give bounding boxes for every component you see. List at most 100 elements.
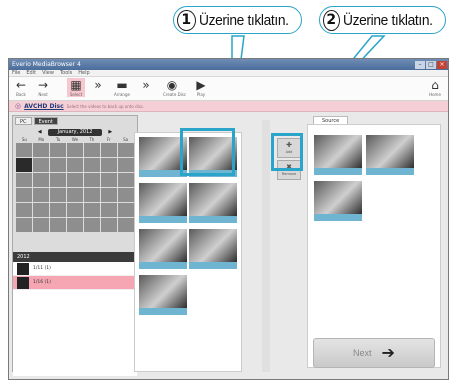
calendar-day[interactable]	[50, 143, 66, 157]
add-button[interactable]: ✚ Add	[277, 138, 301, 158]
calendar-day[interactable]	[33, 173, 49, 187]
close-icon[interactable]: ×	[437, 60, 447, 69]
double-chevron-icon: »	[142, 78, 150, 92]
calendar-day[interactable]	[33, 188, 49, 202]
calendar-day[interactable]	[118, 203, 134, 217]
calendar-day[interactable]	[84, 203, 100, 217]
calendar-day[interactable]	[84, 188, 100, 202]
calendar-day[interactable]	[50, 188, 66, 202]
home-icon: ⌂	[431, 78, 439, 92]
thumbnail-caption	[189, 262, 237, 269]
thumbnail-caption	[366, 168, 414, 175]
next-nav-button[interactable]: → Next	[34, 78, 52, 97]
home-button[interactable]: ⌂ Home	[426, 78, 444, 97]
window-title: Everio MediaBrowser 4	[12, 61, 81, 68]
play-button[interactable]: ▶ Play	[192, 78, 210, 97]
disc-icon: ◉	[166, 78, 178, 92]
media-thumbnail[interactable]	[189, 183, 237, 223]
calendar-day[interactable]	[67, 158, 83, 172]
calendar-day[interactable]	[101, 188, 117, 202]
thumbnail	[17, 262, 29, 275]
list-item[interactable]: 1/11 (1)	[13, 262, 137, 276]
calendar-day[interactable]	[67, 173, 83, 187]
next-month-icon[interactable]: ▶	[108, 129, 112, 135]
calendar-day[interactable]	[50, 218, 66, 232]
info-text: Select the videos to back up onto disc.	[66, 103, 145, 109]
disc-icon: ◎	[15, 102, 22, 110]
media-thumbnail[interactable]	[139, 183, 187, 223]
menu-help[interactable]: Help	[78, 70, 89, 76]
calendar-day[interactable]	[118, 173, 134, 187]
play-icon: ▶	[196, 78, 206, 92]
menu-edit[interactable]: Edit	[26, 70, 36, 76]
calendar-day[interactable]	[67, 218, 83, 232]
arrow-left-icon: ←	[15, 78, 27, 92]
calendar-day[interactable]	[33, 158, 49, 172]
arrange-step-button[interactable]: ▬ Arrange	[113, 78, 131, 97]
media-thumbnail[interactable]	[139, 229, 187, 269]
menu-file[interactable]: File	[12, 70, 20, 76]
avchd-disc-link[interactable]: AVCHD Disc	[24, 103, 64, 110]
calendar-day[interactable]	[84, 173, 100, 187]
calendar-day[interactable]	[118, 143, 134, 157]
calendar-day[interactable]	[16, 188, 32, 202]
calendar-day[interactable]	[101, 158, 117, 172]
calendar-day[interactable]	[33, 143, 49, 157]
calendar-nav: ◀ January, 2012 ▶	[13, 128, 137, 136]
calendar-day[interactable]	[33, 218, 49, 232]
calendar-day[interactable]	[67, 188, 83, 202]
calendar-day[interactable]	[118, 188, 134, 202]
prev-month-icon[interactable]: ◀	[38, 129, 42, 135]
next-button[interactable]: Next ➔	[313, 338, 435, 368]
media-thumbnail[interactable]	[189, 137, 237, 177]
thumbnail-caption	[139, 308, 187, 315]
menu-view[interactable]: View	[42, 70, 54, 76]
remove-button[interactable]: ✖ Remove	[277, 160, 301, 180]
step-text: Üzerine tıklatın.	[198, 11, 289, 29]
media-thumbnail[interactable]	[139, 275, 187, 315]
thumbnail-caption	[189, 170, 237, 177]
media-thumbnail[interactable]	[139, 137, 187, 177]
minimize-icon[interactable]: –	[415, 60, 425, 69]
calendar-day[interactable]	[50, 203, 66, 217]
calendar-day[interactable]	[84, 218, 100, 232]
remove-icon: ✖	[286, 163, 292, 171]
calendar-day[interactable]	[101, 143, 117, 157]
calendar-day[interactable]	[16, 158, 32, 172]
media-thumbnail[interactable]	[314, 181, 362, 221]
calendar-day[interactable]	[101, 203, 117, 217]
calendar-day[interactable]	[67, 203, 83, 217]
maximize-icon[interactable]: □	[426, 60, 436, 69]
list-item[interactable]: 1/16 (1)	[13, 276, 137, 290]
tab-event[interactable]: Event	[33, 117, 58, 125]
thumbnail-image	[139, 275, 187, 308]
arrow-right-icon: ➔	[381, 343, 395, 362]
media-thumbnail[interactable]	[314, 135, 362, 175]
step-number: 2	[323, 9, 340, 31]
calendar-day[interactable]	[50, 158, 66, 172]
media-thumbnail[interactable]	[189, 229, 237, 269]
calendar-day[interactable]	[16, 143, 32, 157]
calendar-day[interactable]	[16, 203, 32, 217]
menu-tools[interactable]: Tools	[60, 70, 72, 76]
calendar-day[interactable]	[84, 158, 100, 172]
calendar-day[interactable]	[101, 218, 117, 232]
calendar-day[interactable]	[118, 158, 134, 172]
create-disc-button[interactable]: ◉ Create Disc	[163, 78, 186, 97]
media-thumbnail[interactable]	[366, 135, 414, 175]
calendar-day[interactable]	[84, 143, 100, 157]
calendar-day[interactable]	[16, 218, 32, 232]
tab-pc[interactable]: PC	[15, 117, 32, 125]
calendar-day[interactable]	[50, 173, 66, 187]
calendar-day[interactable]	[16, 173, 32, 187]
select-step-button[interactable]: ▦ Select	[67, 78, 85, 97]
calendar-day[interactable]	[67, 143, 83, 157]
calendar-day[interactable]	[101, 173, 117, 187]
add-icon: ✚	[286, 141, 292, 149]
calendar-day[interactable]	[118, 218, 134, 232]
thumbnail-image	[189, 229, 237, 262]
thumbnail	[17, 276, 29, 289]
thumbnail-image	[139, 229, 187, 262]
back-button[interactable]: ← Back	[12, 78, 30, 97]
calendar-day[interactable]	[33, 203, 49, 217]
